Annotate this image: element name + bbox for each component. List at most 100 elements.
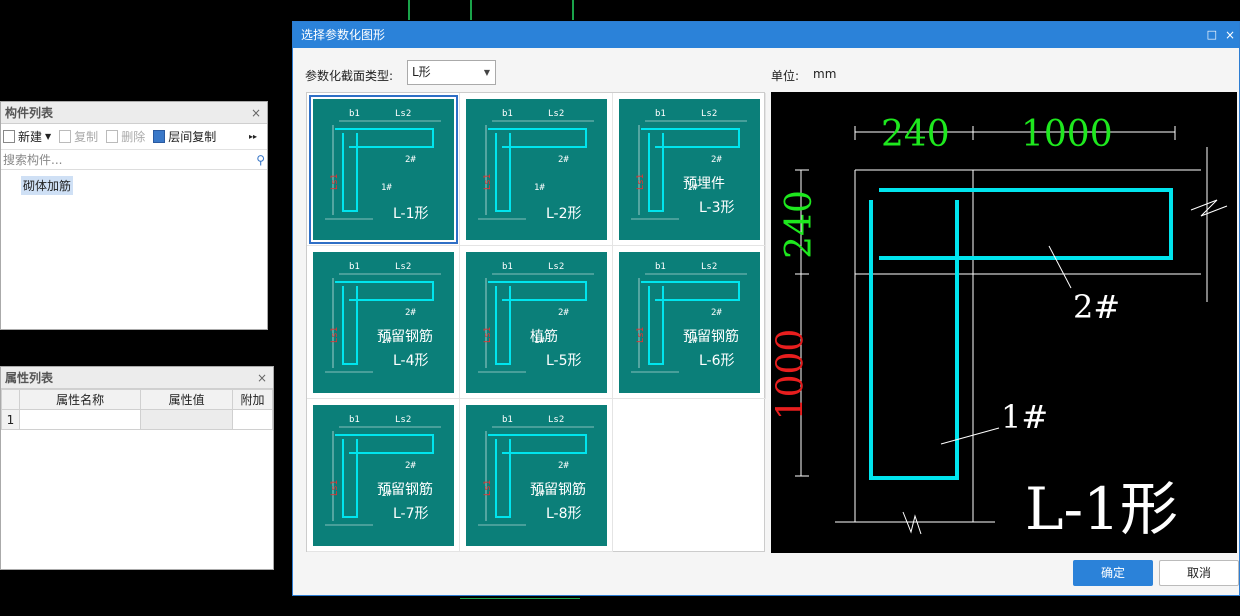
table-header-index: [1, 389, 20, 410]
dim-top-right: 1000: [1021, 114, 1113, 155]
shape-thumbnail: b1 Ls2 2# 1# Ls1 植筋 L-5形: [466, 252, 607, 393]
cancel-button[interactable]: 取消: [1159, 560, 1239, 586]
shape-thumbnail: b1 Ls2 2# 1# Ls1 预留钢筋 L-6形: [619, 252, 760, 393]
shape-label-r2: 2#: [558, 308, 569, 318]
new-button-label: 新建: [18, 130, 43, 144]
shape-label-b1: b1: [349, 415, 360, 425]
shape-label-ls2: Ls2: [701, 109, 718, 119]
shape-label-ls1: Ls1: [483, 326, 494, 344]
shape-drawing: [478, 273, 594, 373]
table-cell[interactable]: [232, 409, 273, 430]
close-icon[interactable]: ×: [251, 102, 261, 124]
shape-option[interactable]: b1 Ls2 2# 1# Ls1 预留钢筋 L-7形: [307, 399, 460, 552]
new-button[interactable]: 新建 ▼: [3, 128, 51, 145]
dim-left-bottom: 1000: [771, 328, 812, 421]
close-icon[interactable]: ×: [1225, 22, 1235, 48]
chevron-down-icon: ▼: [483, 68, 490, 77]
table-header: 属性值: [140, 389, 233, 410]
section-type-select[interactable]: L形 ▼: [407, 60, 496, 85]
shape-label-ls1: Ls1: [330, 479, 341, 497]
shape-name: L-3形: [699, 200, 735, 216]
shape-label-b1: b1: [502, 109, 513, 119]
table-header: 附加: [232, 389, 273, 410]
floor-copy-button[interactable]: 层间复制: [153, 128, 216, 145]
table-header-row: 属性名称 属性值 附加: [1, 389, 273, 410]
property-list-panel: 属性列表 × 属性名称 属性值 附加 1: [0, 366, 274, 570]
shape-option[interactable]: b1 Ls2 2# 1# Ls1 预埋件 L-3形: [613, 93, 766, 246]
chevron-down-icon[interactable]: ▼: [45, 132, 51, 141]
shape-subtitle: 预留钢筋: [530, 482, 586, 498]
shape-subtitle: 植筋: [530, 329, 558, 345]
shape-label-ls2: Ls2: [395, 109, 412, 119]
shape-label-r2: 2#: [558, 461, 569, 471]
shape-option[interactable]: b1 Ls2 2# 1# Ls1 植筋 L-5形: [460, 246, 613, 399]
rebar-1-label: 1#: [1001, 398, 1049, 436]
dialog-title: 选择参数化图形: [301, 28, 386, 42]
close-icon[interactable]: ×: [257, 367, 267, 389]
cad-line: [470, 0, 472, 20]
shape-label-ls1: Ls1: [330, 326, 341, 344]
shape-drawing: [631, 120, 747, 220]
rebar-2-label: 2#: [1073, 288, 1121, 326]
shape-drawing: [478, 426, 594, 526]
shape-subtitle: 预埋件: [683, 176, 725, 192]
shape-label-ls2: Ls2: [395, 415, 412, 425]
shape-drawing: [478, 120, 594, 220]
copy-button-label: 复制: [74, 130, 99, 144]
copy-button[interactable]: 复制: [59, 128, 98, 145]
cad-line: [460, 598, 580, 599]
unit-label: 单位:: [771, 69, 800, 83]
table-cell[interactable]: [140, 409, 233, 430]
preview-shape-name: L-1形: [1025, 475, 1179, 543]
component-list-title-text: 构件列表: [5, 106, 54, 120]
shape-subtitle: 预留钢筋: [683, 329, 739, 345]
shape-option[interactable]: b1 Ls2 2# 1# Ls1 预留钢筋 L-6形: [613, 246, 766, 399]
maximize-icon[interactable]: □: [1207, 22, 1217, 48]
shape-label-ls2: Ls2: [548, 415, 565, 425]
shape-option[interactable]: b1 Ls2 2# 1# Ls1 L-2形: [460, 93, 613, 246]
shape-name: L-4形: [393, 353, 429, 369]
shape-thumbnail: b1 Ls2 2# 1# Ls1 预留钢筋 L-8形: [466, 405, 607, 546]
shape-preview: 240 1000 240 1000 2# 1# L-1形: [771, 92, 1237, 553]
component-toolbar: 新建 ▼ 复制 删除 层间复制 ▸▸: [1, 124, 267, 150]
search-icon[interactable]: ⚲: [256, 153, 265, 167]
table-cell[interactable]: [18, 409, 142, 430]
shape-name: L-5形: [546, 353, 582, 369]
component-item[interactable]: 砌体加筋: [21, 176, 74, 195]
shape-label-b1: b1: [655, 262, 666, 272]
shape-label-ls1: Ls1: [330, 173, 341, 191]
shape-thumbnail: b1 Ls2 2# 1# Ls1 预埋件 L-3形: [619, 99, 760, 240]
shape-thumbnail: b1 Ls2 2# 1# Ls1 预留钢筋 L-4形: [313, 252, 454, 393]
delete-button-label: 删除: [121, 130, 146, 144]
ok-button[interactable]: 确定: [1073, 560, 1153, 586]
delete-button[interactable]: 删除: [106, 128, 145, 145]
shape-label-r2: 2#: [558, 155, 569, 165]
shape-label-ls2: Ls2: [395, 262, 412, 272]
shape-label-ls2: Ls2: [548, 262, 565, 272]
cad-line: [408, 0, 410, 20]
shape-subtitle: 预留钢筋: [377, 329, 433, 345]
shape-option[interactable]: b1 Ls2 2# 1# Ls1 预留钢筋 L-4形: [307, 246, 460, 399]
shape-thumbnail: b1 Ls2 2# 1# Ls1 L-2形: [466, 99, 607, 240]
shape-name: L-6形: [699, 353, 735, 369]
shape-label-ls1: Ls1: [636, 173, 647, 191]
shape-label-r1: 1#: [534, 183, 545, 193]
unit-value: mm: [813, 67, 837, 81]
delete-icon: [106, 130, 119, 143]
shape-option[interactable]: b1 Ls2 2# 1# Ls1 预留钢筋 L-8形: [460, 399, 613, 552]
shape-drawing: [631, 273, 747, 373]
shape-drawing: [325, 426, 441, 526]
floor-copy-icon: [153, 130, 166, 143]
shape-option[interactable]: b1 Ls2 2# 1# Ls1 L-1形: [307, 93, 460, 246]
shape-label-b1: b1: [349, 262, 360, 272]
component-list-title: 构件列表 ×: [1, 102, 267, 124]
shape-name: L-1形: [393, 206, 429, 222]
shape-label-r2: 2#: [711, 155, 722, 165]
toolbar-overflow-button[interactable]: ▸▸: [249, 132, 257, 141]
table-row[interactable]: 1: [1, 409, 273, 430]
shape-label-ls2: Ls2: [548, 109, 565, 119]
shape-name: L-8形: [546, 506, 582, 522]
search-input[interactable]: 搜索构件... ⚲: [1, 150, 267, 170]
property-table: 属性名称 属性值 附加 1: [1, 389, 273, 430]
shape-label-r2: 2#: [711, 308, 722, 318]
